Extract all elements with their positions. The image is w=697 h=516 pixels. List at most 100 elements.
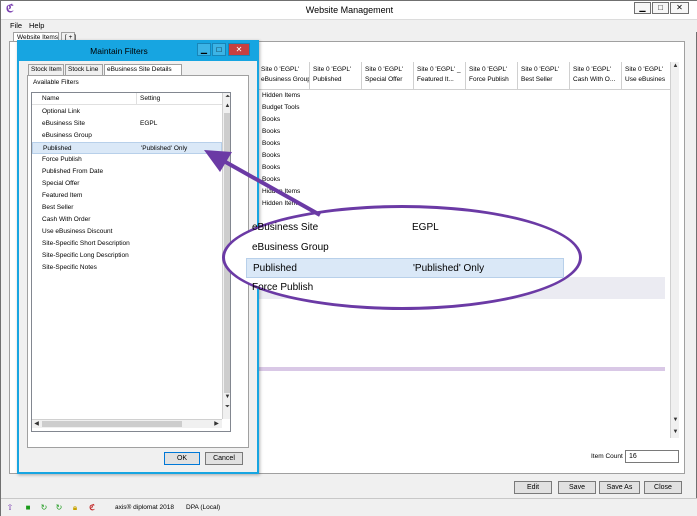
filter-row[interactable]: Optional Link (32, 106, 222, 118)
scroll-left-icon[interactable]: ◀ (32, 420, 41, 428)
grid-vertical-scrollbar[interactable]: ▲ ▼ ▼ (670, 62, 679, 438)
zoom-row: Force Publish (246, 278, 564, 298)
close-button[interactable]: Close (644, 481, 682, 494)
column-header-line1: Site 0 'EGPL' (365, 66, 404, 73)
filter-row[interactable]: Special Offer (32, 178, 222, 190)
filter-list: Name Setting Optional Link eBusiness Site… (31, 92, 231, 432)
horizontal-scroll-thumb[interactable] (42, 421, 182, 427)
status-product: axis® diplomat 2018 (115, 504, 174, 511)
list-horizontal-scrollbar[interactable]: ◀ ▶ (32, 419, 222, 428)
dialog-maximize-button[interactable]: □ (212, 43, 226, 56)
filter-name: eBusiness Group (42, 132, 92, 139)
scroll-bottom-icon[interactable]: ⏷ (223, 403, 230, 411)
column-header-line2: Cash With O... (573, 76, 616, 83)
filter-row[interactable]: Use eBusiness Discount (32, 226, 222, 238)
filter-row[interactable]: Site-Specific Long Description (32, 250, 222, 262)
brand-logo-icon: ℭ (89, 503, 95, 512)
menu-help[interactable]: Help (29, 21, 44, 30)
dialog-title: Maintain Filters (90, 46, 148, 56)
filter-row[interactable]: Published From Date (32, 166, 222, 178)
menu-file[interactable]: File (10, 21, 22, 30)
grid-column-header[interactable]: Site 0 'EGPL' Cash With O... (570, 62, 622, 90)
column-header-line1: Site 0 'EGPL' (313, 66, 352, 73)
grid-column-header[interactable]: Site 0 'EGPL' Best Seller (518, 62, 570, 90)
grid-horizontal-scrollbar[interactable] (249, 367, 665, 371)
column-setting-header[interactable]: Setting (140, 95, 160, 102)
dialog-close-button[interactable]: ✕ (228, 43, 250, 56)
grid-cell[interactable]: Budget Tools (258, 102, 308, 114)
grid-cell[interactable]: Books (258, 114, 308, 126)
scroll-right-icon[interactable]: ▶ (212, 420, 221, 428)
grid-column-header[interactable]: Site 0 'EGPL' Force Publish (466, 62, 518, 90)
filter-name: Force Publish (42, 156, 82, 163)
filter-row[interactable]: Cash With Order (32, 214, 222, 226)
cancel-button[interactable]: Cancel (205, 452, 243, 465)
column-header-line2: Use eBusines (625, 76, 666, 83)
grid-column-header[interactable]: Site 0 'EGPL' Use eBusines (622, 62, 674, 90)
tab-stock-line[interactable]: Stock Line (65, 64, 103, 75)
grid-cell[interactable]: Hidden Items (258, 90, 308, 102)
available-filters-label: Available Filters (33, 79, 79, 86)
column-header-line2: Featured It... (417, 76, 454, 83)
filter-name: Cash With Order (42, 216, 91, 223)
grid-column-header[interactable]: Site 0 'EGPL' _ Featured It... (414, 62, 466, 90)
lock-icon[interactable]: 🔒︎ (70, 503, 80, 513)
filter-row[interactable]: Site-Specific Short Description (32, 238, 222, 250)
filter-name: Site-Specific Short Description (42, 240, 130, 247)
save-as-button[interactable]: Save As (599, 481, 640, 494)
filter-name: Use eBusiness Discount (42, 228, 113, 235)
grid-cell[interactable]: Hidden Items (258, 186, 308, 198)
filter-row[interactable]: eBusiness Group (32, 130, 222, 142)
item-count-field: 16 (625, 450, 679, 463)
grid-cell[interactable]: Books (258, 138, 308, 150)
column-header-line1: Site 0 'EGPL' (521, 66, 560, 73)
refresh-icon[interactable]: ↻ (39, 503, 49, 513)
zoom-filter-name: eBusiness Group (252, 242, 329, 253)
title-bar: ℭ Website Management ▁ □ ✕ (1, 1, 697, 20)
grid-header: Site 0 'EGPL' eBusiness Group Site 0 'EGPL… (258, 62, 678, 90)
zoom-filter-setting: EGPL (412, 222, 439, 233)
scroll-top-icon[interactable]: ⏶ (223, 93, 230, 101)
column-name-header[interactable]: Name (42, 95, 59, 102)
zoom-filter-name: eBusiness Site (252, 222, 319, 233)
filter-row[interactable]: Best Seller (32, 202, 222, 214)
grid-column-header[interactable]: Site 0 'EGPL' eBusiness Group (258, 62, 310, 90)
zoom-callout-rows: eBusiness Site EGPL eBusiness Group Publish… (246, 218, 564, 298)
grid-cell[interactable]: Books (258, 150, 308, 162)
scroll-down-icon[interactable]: ▼ (671, 428, 680, 436)
list-header: Name Setting (32, 93, 222, 105)
up-arrow-icon[interactable]: ⇧ (5, 503, 15, 513)
grid-column-header[interactable]: Site 0 'EGPL' Special Offer (362, 62, 414, 90)
column-header-line1: Site 0 'EGPL' (573, 66, 612, 73)
filter-row[interactable]: eBusiness Site EGPL (32, 118, 222, 130)
ok-button[interactable]: OK (164, 452, 200, 465)
edit-button[interactable]: Edit (514, 481, 552, 494)
scroll-down-icon[interactable]: ▼ (671, 416, 680, 424)
grid-column-header[interactable]: Site 0 'EGPL' Published (310, 62, 362, 90)
column-header-line1: Site 0 'EGPL' (625, 66, 664, 73)
filter-row[interactable]: Featured Item (32, 190, 222, 202)
scroll-up-icon[interactable]: ▲ (223, 102, 230, 110)
zoom-filter-name: Force Publish (252, 282, 314, 293)
grid-cell[interactable]: Books (258, 162, 308, 174)
grid-cell[interactable]: Books (258, 126, 308, 138)
filter-row[interactable]: Published 'Published' Only (32, 142, 222, 154)
sync-icon[interactable]: ↻ (54, 503, 64, 513)
grid-cell[interactable]: Books (258, 174, 308, 186)
column-header-line2: Force Publish (469, 76, 509, 83)
grid-cell[interactable]: Hidden Items (258, 198, 308, 210)
scroll-up-icon[interactable]: ▲ (671, 62, 680, 70)
filter-row[interactable]: Site-Specific Notes (32, 262, 222, 274)
filter-name: Special Offer (42, 180, 80, 187)
close-window-button[interactable]: ✕ (670, 2, 689, 14)
filter-row[interactable]: Force Publish (32, 154, 222, 166)
minimize-button[interactable]: ▁ (634, 2, 651, 14)
maximize-button[interactable]: □ (652, 2, 669, 14)
dialog-minimize-button[interactable]: ▁ (197, 43, 211, 56)
tab-ebusiness-site-details[interactable]: eBusiness Site Details (104, 64, 182, 75)
save-button[interactable]: Save (558, 481, 596, 494)
scroll-down-icon[interactable]: ▼ (223, 393, 230, 401)
filter-setting: EGPL (140, 120, 158, 127)
tab-stock-item[interactable]: Stock Item (28, 64, 64, 75)
filter-name: Site-Specific Notes (42, 264, 97, 271)
